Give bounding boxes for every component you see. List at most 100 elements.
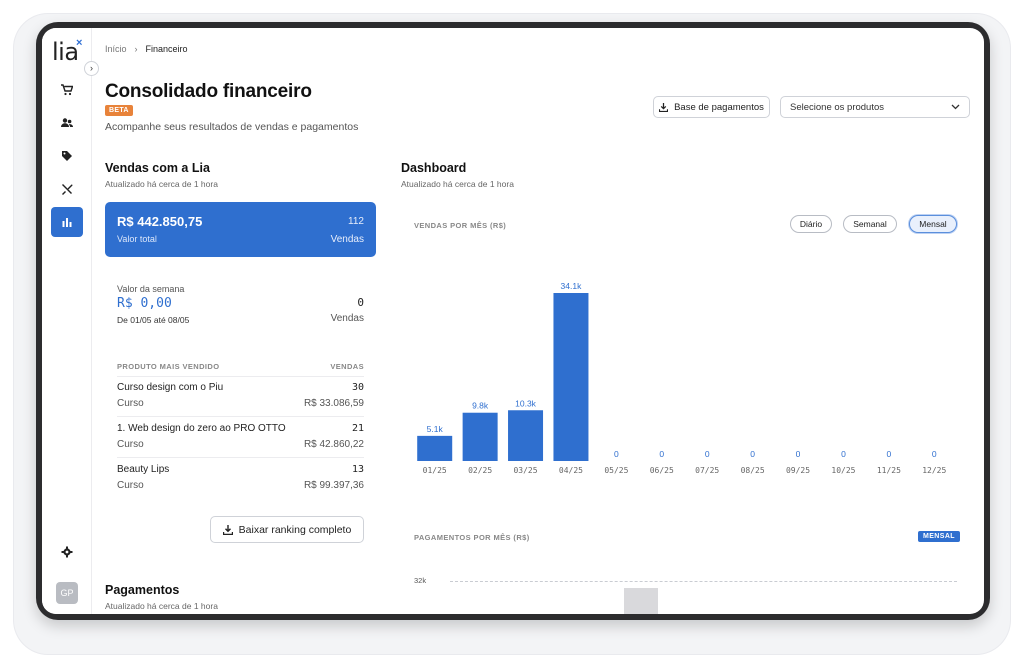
sales-data-label: 0	[750, 449, 755, 459]
sales-x-tick: 06/25	[650, 466, 674, 475]
sales-x-tick: 10/25	[831, 466, 855, 475]
sales-x-tick: 07/25	[695, 466, 719, 475]
payments-base-label: Base de pagamentos	[674, 101, 764, 113]
ranking-product-amount: R$ 42.860,22	[303, 439, 364, 450]
chevron-down-icon	[951, 104, 960, 110]
sidebar-item-users[interactable]	[51, 108, 83, 138]
payments-period-badge: MENSAL	[918, 531, 960, 542]
total-value: R$ 442.850,75	[117, 214, 203, 229]
ranking-product-qty: 21	[351, 423, 364, 434]
sidebar-item-cart[interactable]	[51, 75, 83, 105]
ranking-product-name: Curso design com o Piu	[117, 382, 224, 393]
week-count-label: Vendas	[330, 313, 364, 324]
sidebar-item-settings[interactable]	[51, 537, 83, 567]
total-value-label: Valor total	[117, 234, 157, 244]
sales-bar	[417, 435, 453, 461]
total-count-label: Vendas	[330, 234, 364, 245]
payments-updated: Atualizado há cerca de 1 hora	[105, 601, 218, 611]
sales-data-label: 0	[705, 449, 710, 459]
logo-mark: ×	[76, 37, 83, 49]
sales-data-label: 9.8k	[472, 401, 489, 411]
bar-chart-icon	[62, 218, 72, 227]
sales-data-label: 0	[841, 449, 846, 459]
chevron-right-icon: ›	[90, 63, 93, 73]
sidebar: lia × GP	[42, 28, 92, 614]
ranking-product-amount: R$ 99.397,36	[303, 480, 364, 491]
week-range: De 01/05 até 08/05	[117, 315, 190, 325]
week-value-label: Valor da semana	[117, 284, 185, 294]
sales-data-label: 34.1k	[561, 281, 583, 291]
download-icon	[659, 102, 669, 112]
total-sales-card: R$ 442.850,75 Valor total 112 Vendas	[105, 202, 376, 257]
week-count: 0	[357, 296, 364, 309]
ranking-product-category: Curso	[117, 439, 144, 450]
ranking-product-amount: R$ 33.086,59	[303, 398, 364, 409]
ranking-product-name: Beauty Lips	[117, 464, 170, 475]
ranking-product-category: Curso	[117, 480, 144, 491]
ranking-row[interactable]: 1. Web design do zero ao PRO OTTO Curso …	[117, 417, 364, 458]
sales-chart-label: VENDAS POR MÊS (R$)	[414, 221, 507, 230]
sales-bar-chart: 5.1k 01/25 9.8k 02/25 10.3k 03/25 34.1k 04/25 0 0…	[417, 281, 947, 475]
payments-base-button[interactable]: Base de pagamentos	[653, 96, 770, 118]
sales-bar	[508, 410, 544, 461]
sales-x-tick: 09/25	[786, 466, 810, 475]
dashboard-updated: Atualizado há cerca de 1 hora	[401, 179, 514, 189]
gear-icon	[61, 546, 73, 558]
tools-icon	[62, 184, 73, 195]
dashboard-title: Dashboard	[401, 161, 467, 175]
sales-data-label: 10.3k	[515, 398, 537, 408]
sales-x-tick: 08/25	[741, 466, 765, 475]
sidebar-toggle-button[interactable]: ›	[84, 61, 99, 76]
sales-data-label: 0	[614, 449, 619, 459]
products-select[interactable]: Selecione os produtos	[780, 96, 970, 118]
payments-bar	[624, 588, 658, 614]
beta-badge: BETA	[105, 105, 133, 116]
ranking-header: PRODUTO MAIS VENDIDO VENDAS	[117, 362, 364, 377]
avatar[interactable]: GP	[56, 582, 78, 604]
sales-data-label: 0	[796, 449, 801, 459]
sales-data-label: 0	[659, 449, 664, 459]
sales-data-label: 0	[887, 449, 892, 459]
tag-icon	[62, 151, 72, 161]
payments-section-title: Pagamentos	[105, 583, 180, 597]
ranking-header-sales: VENDAS	[330, 362, 364, 371]
sales-bar	[553, 293, 589, 461]
sales-x-tick: 02/25	[468, 466, 492, 475]
breadcrumb: Início › Financeiro	[105, 44, 188, 54]
sidebar-item-tools[interactable]	[51, 174, 83, 204]
chip-monthly[interactable]: Mensal	[909, 215, 957, 233]
download-icon	[222, 524, 233, 535]
page-title: Consolidado financeiro	[105, 81, 312, 102]
sales-data-label: 5.1k	[427, 424, 444, 434]
ranking-product-qty: 30	[351, 382, 364, 393]
breadcrumb-current: Financeiro	[145, 44, 188, 54]
ranking-header-product: PRODUTO MAIS VENDIDO	[117, 362, 220, 371]
chip-weekly[interactable]: Semanal	[843, 215, 897, 233]
ranking-product-qty: 13	[351, 464, 364, 475]
page-subtitle: Acompanhe seus resultados de vendas e pa…	[105, 121, 359, 133]
ranking-row[interactable]: Curso design com o Piu Curso 30 R$ 33.08…	[117, 376, 364, 417]
sidebar-item-tags[interactable]	[51, 141, 83, 171]
ranking-row[interactable]: Beauty Lips Curso 13 R$ 99.397,36	[117, 458, 364, 499]
sales-section-title: Vendas com a Lia	[105, 161, 210, 175]
chevron-right-icon: ›	[134, 44, 138, 54]
chip-daily[interactable]: Diário	[790, 215, 832, 233]
payments-gridline	[450, 581, 957, 582]
sales-updated: Atualizado há cerca de 1 hora	[105, 179, 218, 189]
ranking-product-category: Curso	[117, 398, 144, 409]
ranking-product-name: 1. Web design do zero ao PRO OTTO	[117, 423, 286, 434]
sidebar-item-reports[interactable]	[51, 207, 83, 237]
week-value: R$ 0,00	[117, 296, 172, 311]
sales-data-label: 0	[932, 449, 937, 459]
sales-x-tick: 11/25	[877, 466, 901, 475]
users-icon	[61, 118, 73, 127]
sales-x-tick: 05/25	[604, 466, 628, 475]
sales-x-tick: 04/25	[559, 466, 583, 475]
download-ranking-label: Baixar ranking completo	[238, 523, 352, 536]
download-ranking-button[interactable]: Baixar ranking completo	[210, 516, 364, 543]
lia-logo[interactable]: lia	[52, 38, 79, 66]
total-count: 112	[348, 216, 364, 227]
products-select-placeholder: Selecione os produtos	[790, 101, 885, 113]
sales-x-tick: 01/25	[423, 466, 447, 475]
breadcrumb-home[interactable]: Início	[105, 44, 127, 54]
